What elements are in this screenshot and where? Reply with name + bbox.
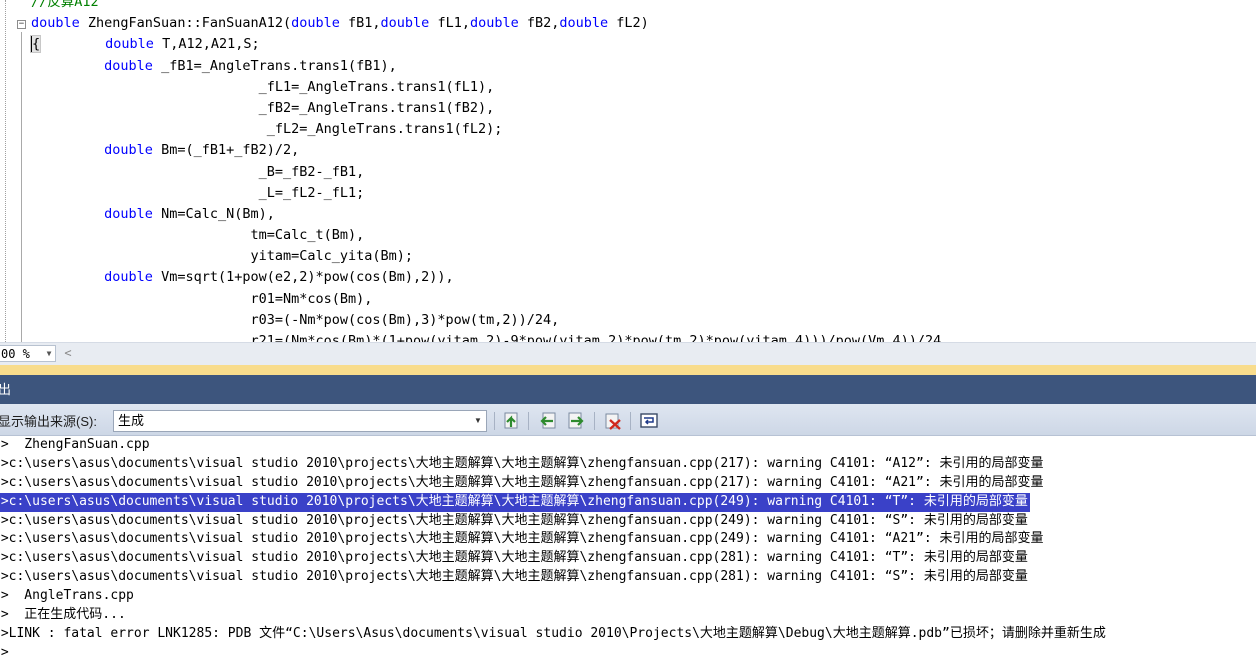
scroll-left-arrow-icon[interactable]: <	[60, 345, 76, 362]
output-text-area[interactable]: 1> ZhengFanSuan.cpp 1>c:\users\asus\docum…	[0, 436, 1256, 662]
code-token: Vm=sqrt(1+pow(e2,2)*pow(cos(Bm),2)),	[152, 269, 454, 286]
word-wrap-icon[interactable]	[639, 411, 659, 431]
code-token: _fB1=_AngleTrans.trans1(fB1),	[152, 57, 397, 74]
code-token: r21=(Nm*cos(Bm)*(1+pow(yitam,2)-9*pow(yi…	[31, 333, 942, 342]
scroll-track[interactable]	[80, 348, 1256, 360]
code-token: ZhengFanSuan::FanSuanA12(	[79, 15, 292, 32]
next-message-icon[interactable]	[566, 411, 586, 431]
code-line[interactable]: _L=_fL2-_fL1;	[31, 183, 941, 204]
keyword-token: double	[104, 269, 153, 286]
code-token: Bm=(_fB1+_fB2)/2,	[152, 142, 300, 159]
indicator-margin-line	[5, 0, 6, 342]
code-line[interactable]: double ZhengFanSuan::FanSuanA12(double f…	[31, 13, 941, 34]
output-line-selected[interactable]: 1>c:\users\asus\documents\visual studio …	[0, 492, 1030, 512]
output-line[interactable]: 1> 正在生成代码...	[0, 607, 126, 622]
keyword-token: double	[104, 142, 153, 159]
keyword-token: double	[380, 15, 430, 32]
code-token: fB1,	[339, 15, 381, 32]
code-line[interactable]: //反算A12	[31, 0, 941, 13]
code-line[interactable]: yitam=Calc_yita(Bm);	[31, 246, 941, 267]
output-line[interactable]: 1> AngleTrans.cpp	[0, 588, 134, 603]
panel-splitter[interactable]	[0, 365, 1256, 375]
toolbar-separator	[630, 412, 631, 430]
keyword-token: double	[104, 205, 153, 222]
keyword-token: double	[291, 15, 340, 32]
code-line[interactable]: double Vm=sqrt(1+pow(e2,2)*pow(cos(Bm),2…	[31, 267, 941, 288]
output-line[interactable]: 1>c:\users\asus\documents\visual studio …	[0, 550, 1028, 565]
code-token: fL1,	[429, 15, 470, 32]
code-token: _fB2=_AngleTrans.trans1(fB2),	[31, 99, 495, 116]
code-token: fL2)	[608, 15, 649, 32]
output-line[interactable]: 1>LINK : fatal error LNK1285: PDB 文件“C:\…	[0, 626, 1106, 641]
toolbar-separator	[528, 412, 529, 430]
code-line[interactable]: _fL1=_AngleTrans.trans1(fL1),	[31, 77, 941, 98]
brace-token: {	[29, 35, 42, 54]
code-line[interactable]: r21=(Nm*cos(Bm)*(1+pow(yitam,2)-9*pow(yi…	[31, 331, 941, 342]
code-line[interactable]: r03=(-Nm*pow(cos(Bm),3)*pow(tm,2))/24,	[31, 310, 941, 331]
output-panel-title: 出	[0, 382, 12, 397]
output-line[interactable]: 1> ZhengFanSuan.cpp	[0, 437, 150, 452]
output-line[interactable]: 1>c:\users\asus\documents\visual studio …	[0, 569, 1028, 584]
code-token: Nm=Calc_N(Bm),	[152, 205, 275, 222]
editor-gutter: −	[0, 0, 28, 342]
toolbar-separator	[594, 412, 595, 430]
collapse-icon[interactable]: −	[17, 20, 26, 29]
chevron-down-icon[interactable]: ▼	[472, 411, 484, 431]
code-token: tm=Calc_t(Bm),	[31, 227, 365, 244]
code-line[interactable]: tm=Calc_t(Bm),	[31, 225, 941, 246]
code-line[interactable]: _B=_fB2-_fB1,	[31, 162, 941, 183]
source-label: 显示输出来源(S):	[0, 414, 97, 429]
output-source-value: 生成	[118, 413, 145, 428]
code-token: fB2,	[518, 15, 560, 32]
code-token: _B=_fB2-_fB1,	[31, 163, 365, 180]
keyword-token: double	[104, 57, 153, 74]
output-panel-title-bar: 出	[0, 375, 1256, 404]
output-line[interactable]: 1>c:\users\asus\documents\visual studio …	[0, 475, 1044, 490]
code-token: r03=(-Nm*pow(cos(Bm),3)*pow(tm,2))/24,	[31, 311, 560, 328]
code-token: r01=Nm*cos(Bm),	[31, 290, 373, 307]
code-text[interactable]: //反算A12 double ZhengFanSuan::FanSuanA12(d…	[29, 0, 941, 342]
outline-line	[21, 32, 22, 342]
horizontal-scrollbar[interactable]: 00 % ▼ <	[0, 342, 1256, 365]
code-line[interactable]: _fB2=_AngleTrans.trans1(fB2),	[31, 98, 941, 119]
code-token: T,A12,A21,S;	[153, 36, 260, 53]
keyword-token: double	[31, 15, 80, 32]
comment-token: //反算A12	[31, 0, 99, 10]
code-line[interactable]: { double T,A12,A21,S;	[29, 34, 941, 55]
output-toolbar: 显示输出来源(S): 生成 ▼	[0, 404, 1256, 436]
code-editor[interactable]: − //反算A12double ZhengFanSuan::FanSuanA12…	[0, 0, 1256, 342]
output-source-select[interactable]: 生成 ▼	[113, 410, 487, 432]
code-line[interactable]: r01=Nm*cos(Bm),	[31, 289, 941, 310]
code-line[interactable]: _fL2=_AngleTrans.trans1(fL2);	[31, 119, 941, 140]
output-line[interactable]: 1>	[0, 645, 9, 660]
code-line[interactable]: double Bm=(_fB1+_fB2)/2,	[31, 140, 941, 161]
previous-message-icon[interactable]	[538, 411, 558, 431]
keyword-token: double	[105, 36, 154, 53]
output-line[interactable]: 1>c:\users\asus\documents\visual studio …	[0, 456, 1044, 471]
code-token: _fL1=_AngleTrans.trans1(fL1),	[31, 78, 495, 95]
toolbar-separator	[494, 412, 495, 430]
output-line[interactable]: 1>c:\users\asus\documents\visual studio …	[0, 531, 1044, 546]
code-token: yitam=Calc_yita(Bm);	[31, 248, 414, 265]
zoom-value: 00 %	[1, 347, 30, 361]
keyword-token: double	[559, 15, 609, 32]
keyword-token: double	[469, 15, 519, 32]
output-lines: 1> ZhengFanSuan.cpp 1>c:\users\asus\docum…	[0, 436, 1106, 662]
code-line[interactable]: double _fB1=_AngleTrans.trans1(fB1),	[31, 56, 941, 77]
output-line[interactable]: 1>c:\users\asus\documents\visual studio …	[0, 513, 1028, 528]
clear-all-icon[interactable]	[603, 411, 623, 431]
chevron-down-icon[interactable]: ▼	[43, 346, 55, 361]
code-line[interactable]: double Nm=Calc_N(Bm),	[31, 204, 941, 225]
zoom-dropdown[interactable]: 00 % ▼	[0, 345, 56, 362]
code-token: _fL2=_AngleTrans.trans1(fL2);	[31, 121, 503, 138]
go-to-message-icon[interactable]	[502, 411, 522, 431]
code-token: _L=_fL2-_fL1;	[31, 184, 365, 201]
